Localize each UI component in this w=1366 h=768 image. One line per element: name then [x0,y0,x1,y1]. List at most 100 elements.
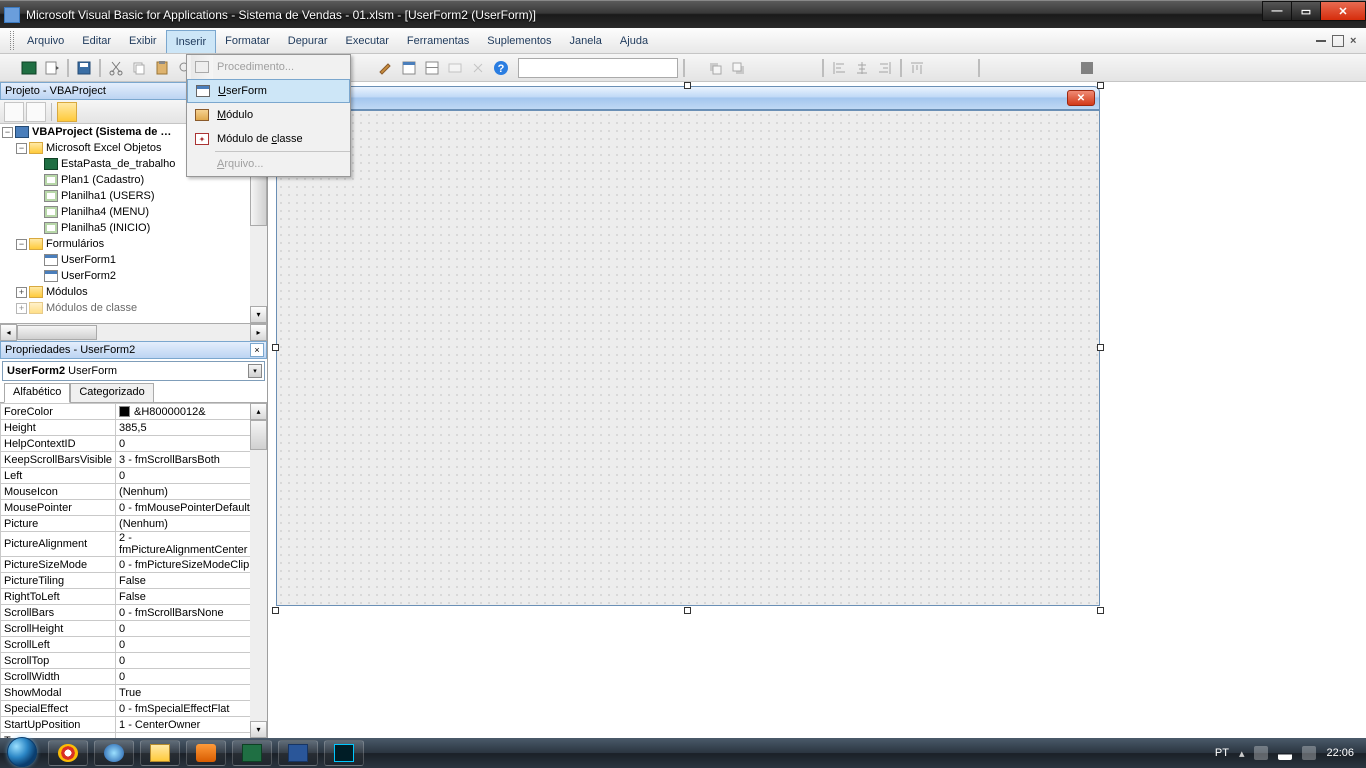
view-object-icon[interactable] [26,102,46,122]
save-icon[interactable] [74,58,94,78]
userform-close-icon[interactable]: ✕ [1067,90,1095,106]
property-value[interactable]: 0 [116,621,267,637]
menu-exibir[interactable]: Exibir [120,28,166,53]
taskbar-ie[interactable] [94,740,134,766]
same-width-icon[interactable] [985,58,1005,78]
property-value[interactable]: False [116,589,267,605]
tray-arrow-icon[interactable]: ▴ [1239,747,1245,760]
menu-formatar[interactable]: Formatar [216,28,279,53]
properties-icon[interactable] [422,58,442,78]
taskbar-photoshop[interactable] [324,740,364,766]
tray-network-icon[interactable] [1278,746,1292,760]
property-value[interactable]: 0 [116,637,267,653]
design-mode-icon[interactable] [376,58,396,78]
property-row[interactable]: ScrollWidth0 [1,669,267,685]
property-row[interactable]: ShowModalTrue [1,685,267,701]
tree-folder-modules[interactable]: Módulos [46,286,88,298]
same-height-icon[interactable] [1008,58,1028,78]
property-value[interactable]: 0 [116,653,267,669]
taskbar-explorer[interactable] [140,740,180,766]
menu-suplementos[interactable]: Suplementos [478,28,560,53]
view-code-icon[interactable] [4,102,24,122]
cut-icon[interactable] [106,58,126,78]
menu-editar[interactable]: Editar [73,28,120,53]
property-value[interactable]: 0 - fmPictureSizeModeClip [116,557,267,573]
resize-handle-se[interactable] [1097,607,1104,614]
tray-volume-icon[interactable] [1302,746,1316,760]
tray-flag-icon[interactable] [1254,746,1268,760]
bring-front-icon[interactable] [705,58,725,78]
tree-item[interactable]: Plan1 (Cadastro) [61,174,144,186]
property-row[interactable]: Picture(Nenhum) [1,516,267,532]
clock[interactable]: 22:06 [1326,747,1354,759]
property-row[interactable]: ForeColor&H80000012& [1,404,267,420]
property-row[interactable]: PictureTilingFalse [1,573,267,589]
property-row[interactable]: PictureAlignment2 - fmPictureAlignmentCe… [1,532,267,557]
toolbox-icon[interactable] [468,58,488,78]
property-row[interactable]: MousePointer0 - fmMousePointerDefault [1,500,267,516]
property-row[interactable]: ScrollLeft0 [1,637,267,653]
insert-module-icon[interactable] [42,58,62,78]
userform-container[interactable]: ✕ [276,86,1100,610]
object-browser-icon[interactable] [445,58,465,78]
property-value[interactable]: 0 - fmMousePointerDefault [116,500,267,516]
align-tops-icon[interactable] [907,58,927,78]
group-icon[interactable] [751,58,771,78]
align-centers-icon[interactable] [852,58,872,78]
align-lefts-icon[interactable] [829,58,849,78]
toggle-folders-icon[interactable] [57,102,77,122]
properties-vertical-scrollbar[interactable]: ▴▾ [250,403,267,738]
align-rights-icon[interactable] [875,58,895,78]
menu-inserir[interactable]: Inserir [166,30,217,53]
resize-handle-e[interactable] [1097,344,1104,351]
property-value[interactable]: 0 [116,468,267,484]
align-bottoms-icon[interactable] [953,58,973,78]
property-row[interactable]: StartUpPosition1 - CenterOwner [1,717,267,733]
copy-icon[interactable] [129,58,149,78]
maximize-button[interactable]: ▭ [1291,1,1321,21]
property-row[interactable]: Height385,5 [1,420,267,436]
property-value[interactable]: 0 - fmScrollBarsNone [116,605,267,621]
property-value[interactable]: 0 [116,669,267,685]
property-row[interactable]: KeepScrollBarsVisible3 - fmScrollBarsBot… [1,452,267,468]
property-value[interactable]: 2 - fmPictureAlignmentCenter [116,532,267,557]
taskbar-media[interactable] [186,740,226,766]
property-value[interactable]: True [116,685,267,701]
properties-object-selector[interactable]: UserForm2 UserForm ▾ [2,361,265,381]
property-row[interactable]: SpecialEffect0 - fmSpecialEffectFlat [1,701,267,717]
menu-janela[interactable]: Janela [561,28,611,53]
help-icon[interactable]: ? [491,58,511,78]
property-value[interactable]: 385,5 [116,420,267,436]
ungroup-icon[interactable] [774,58,794,78]
menu-depurar[interactable]: Depurar [279,28,337,53]
property-row[interactable]: ScrollHeight0 [1,621,267,637]
form-designer-canvas[interactable]: ✕ [268,82,1366,738]
tree-folder-class-modules[interactable]: Módulos de classe [46,302,137,314]
property-value[interactable]: 0 [116,436,267,452]
property-row[interactable]: Left0 [1,468,267,484]
language-indicator[interactable]: PT [1215,747,1229,759]
zoom-icon[interactable] [1054,58,1074,78]
align-middles-icon[interactable] [930,58,950,78]
tree-root[interactable]: VBAProject (Sistema de … [32,126,171,138]
mdi-close-icon[interactable]: × [1350,35,1362,47]
toggle-grid-icon[interactable] [1077,58,1097,78]
property-row[interactable]: PictureSizeMode0 - fmPictureSizeModeClip [1,557,267,573]
paste-icon[interactable] [152,58,172,78]
taskbar-excel[interactable] [232,740,272,766]
tab-alfabetico[interactable]: Alfabético [4,383,70,403]
resize-handle-sw[interactable] [272,607,279,614]
tree-folder-excel-objects[interactable]: Microsoft Excel Objetos [46,142,162,154]
align-icon[interactable] [797,58,817,78]
tab-categorizado[interactable]: Categorizado [70,383,153,403]
start-button[interactable] [2,739,42,767]
property-value[interactable]: (Nenhum) [116,484,267,500]
project-explorer-icon[interactable] [399,58,419,78]
property-value[interactable]: &H80000012& [116,404,267,420]
mdi-minimize-icon[interactable] [1316,40,1326,42]
property-value[interactable]: 3 - fmScrollBarsBoth [116,452,267,468]
menu-ferramentas[interactable]: Ferramentas [398,28,478,53]
resize-handle-n[interactable] [684,82,691,89]
menu-item-modulo-classe[interactable]: ✦ Módulo de classe [187,127,350,151]
tree-item[interactable]: Planilha5 (INICIO) [61,222,150,234]
